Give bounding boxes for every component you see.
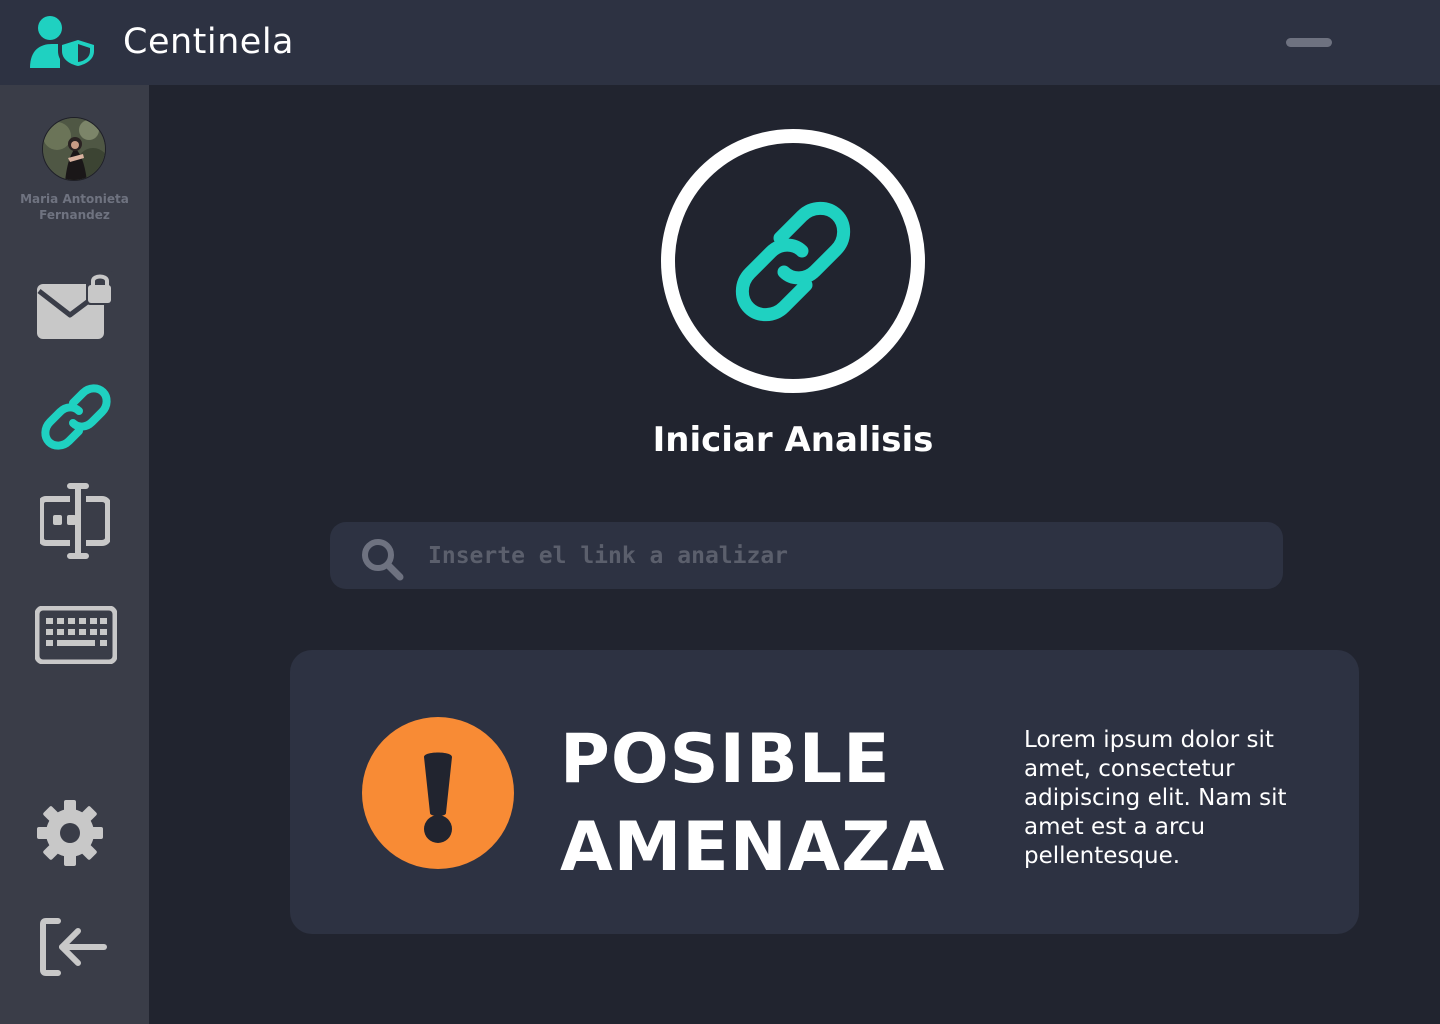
result-card: POSIBLE AMENAZA Lorem ipsum dolor sit am… bbox=[290, 650, 1359, 934]
text-cursor-field-icon[interactable] bbox=[40, 483, 110, 559]
logout-icon[interactable] bbox=[40, 917, 108, 977]
threat-status-line2: AMENAZA bbox=[560, 808, 946, 887]
locked-mail-icon[interactable] bbox=[36, 271, 114, 341]
minimize-button[interactable] bbox=[1286, 38, 1332, 47]
link-search-bar bbox=[330, 522, 1283, 589]
search-icon bbox=[362, 539, 404, 581]
threat-description: Lorem ipsum dolor sit amet, consectetur … bbox=[1024, 727, 1287, 869]
user-shield-logo-icon bbox=[30, 16, 98, 70]
keyboard-icon[interactable] bbox=[35, 606, 117, 664]
start-analysis-label[interactable]: Iniciar Analisis bbox=[543, 420, 1043, 460]
avatar-photo bbox=[43, 118, 105, 180]
threat-status-line1: POSIBLE bbox=[560, 720, 891, 799]
avatar[interactable] bbox=[42, 117, 106, 181]
user-name: Maria Antonieta Fernandez bbox=[20, 192, 129, 222]
start-analysis-button[interactable] bbox=[660, 128, 926, 394]
threat-status: POSIBLE AMENAZA bbox=[560, 716, 945, 892]
app-title: Centinela bbox=[123, 22, 294, 62]
link-input[interactable] bbox=[428, 522, 1248, 589]
link-icon[interactable] bbox=[40, 381, 112, 453]
gear-icon[interactable] bbox=[37, 800, 103, 866]
sidebar: Maria Antonieta Fernandez bbox=[0, 85, 149, 1024]
warning-icon bbox=[362, 717, 514, 869]
link-icon bbox=[735, 201, 851, 322]
title-bar: Centinela bbox=[0, 0, 1440, 85]
